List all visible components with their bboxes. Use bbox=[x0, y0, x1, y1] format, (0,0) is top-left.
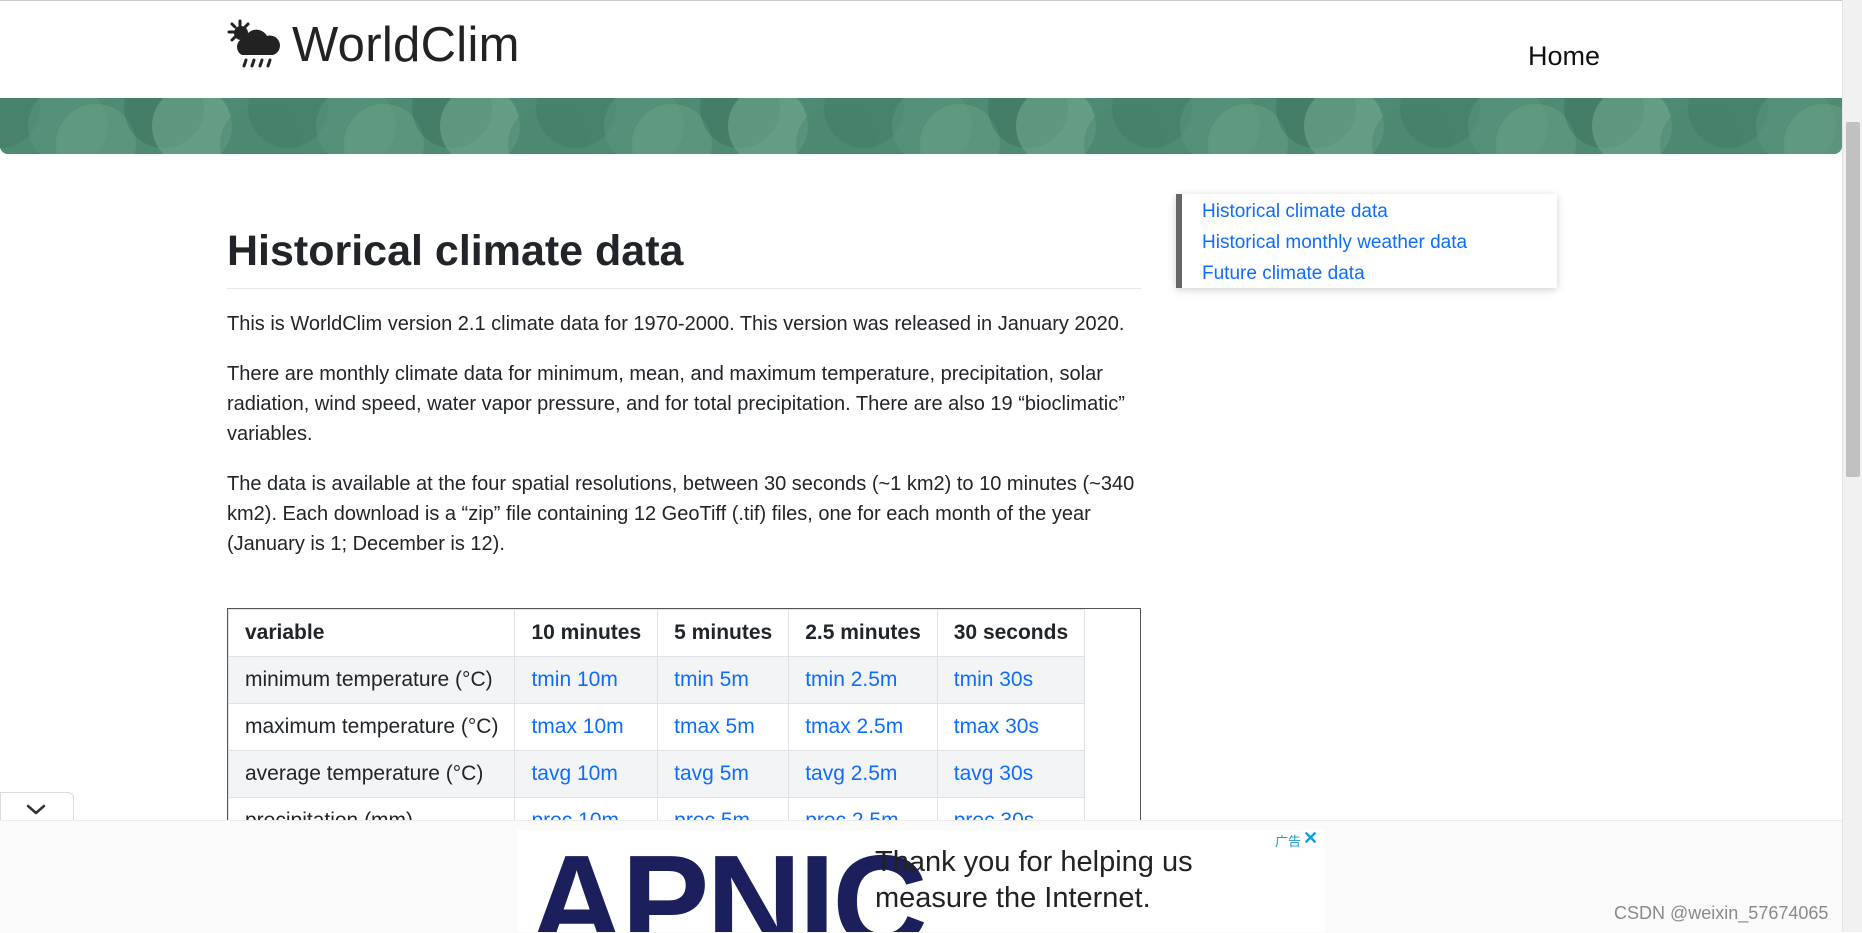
toc-link-historical-weather[interactable]: Historical monthly weather data bbox=[1202, 227, 1557, 258]
download-link[interactable]: tmax 10m bbox=[531, 715, 623, 738]
decorative-banner bbox=[0, 98, 1842, 154]
scrollbar-thumb[interactable] bbox=[1846, 122, 1860, 477]
page-scrollbar[interactable] bbox=[1842, 0, 1862, 932]
table-row: minimum temperature (°C) tmin 10m tmin 5… bbox=[228, 656, 1086, 704]
download-table-container: variable 10 minutes 5 minutes 2.5 minute… bbox=[227, 608, 1141, 825]
ad-logo[interactable]: APNIC bbox=[529, 836, 928, 933]
variables-paragraph: There are monthly climate data for minim… bbox=[227, 362, 1125, 445]
table-of-contents: Historical climate data Historical month… bbox=[1176, 194, 1557, 288]
download-link[interactable]: tmin 5m bbox=[674, 668, 749, 691]
table-row: maximum temperature (°C) tmax 10m tmax 5… bbox=[228, 703, 1086, 751]
table-header-row: variable 10 minutes 5 minutes 2.5 minute… bbox=[228, 609, 1086, 657]
title-divider bbox=[227, 287, 1141, 289]
brand-name[interactable]: WorldClim bbox=[292, 17, 520, 73]
csdn-watermark: CSDN @weixin_57674065 bbox=[1614, 903, 1829, 923]
download-link[interactable]: tavg 30s bbox=[954, 762, 1033, 785]
download-table: variable 10 minutes 5 minutes 2.5 minute… bbox=[228, 609, 1086, 824]
navbar: WorldClim Home bbox=[0, 1, 1842, 98]
download-link[interactable]: tavg 5m bbox=[674, 762, 749, 785]
ad-message[interactable]: Thank you for helping us measure the Int… bbox=[875, 844, 1295, 916]
page-title: Historical climate data bbox=[227, 227, 684, 275]
header-5-minutes: 5 minutes bbox=[657, 609, 790, 657]
variable-cell: average temperature (°C) bbox=[228, 750, 516, 798]
toc-link-historical-climate[interactable]: Historical climate data bbox=[1202, 196, 1557, 227]
nav-home-link[interactable]: Home bbox=[1528, 41, 1600, 72]
cloud-sun-rain-icon bbox=[227, 19, 280, 68]
download-link[interactable]: tmin 30s bbox=[954, 668, 1033, 691]
brand[interactable]: WorldClim bbox=[226, 17, 520, 73]
ad-banner[interactable]: APNIC Thank you for helping us measure t… bbox=[517, 830, 1325, 932]
download-link[interactable]: tmax 30s bbox=[954, 715, 1039, 738]
variable-cell: minimum temperature (°C) bbox=[228, 656, 516, 704]
download-link[interactable]: tmax 5m bbox=[674, 715, 755, 738]
download-link[interactable]: tmax 2.5m bbox=[805, 715, 903, 738]
banner-circle bbox=[152, 98, 232, 154]
banner-pattern bbox=[0, 98, 1842, 154]
header-variable: variable bbox=[228, 609, 516, 657]
main-content: Historical climate data This is WorldCli… bbox=[227, 180, 1141, 579]
intro-paragraph: This is WorldClim version 2.1 climate da… bbox=[227, 312, 1125, 335]
banner-circle bbox=[440, 98, 520, 154]
download-link[interactable]: tmin 10m bbox=[531, 668, 617, 691]
variable-cell: maximum temperature (°C) bbox=[228, 703, 516, 751]
resolution-paragraph: The data is available at the four spatia… bbox=[227, 472, 1135, 555]
banner-circle bbox=[1592, 98, 1672, 154]
ad-label: 广告 bbox=[1275, 834, 1302, 849]
header-10-minutes: 10 minutes bbox=[514, 609, 659, 657]
table-row: average temperature (°C) tavg 10m tavg 5… bbox=[228, 750, 1086, 798]
download-link[interactable]: tmin 2.5m bbox=[805, 668, 897, 691]
toc-link-future-climate[interactable]: Future climate data bbox=[1202, 258, 1557, 289]
header-30-seconds: 30 seconds bbox=[936, 609, 1086, 657]
header-2-5-minutes: 2.5 minutes bbox=[788, 609, 938, 657]
ad-close-icon[interactable]: ✕ bbox=[1303, 830, 1318, 849]
download-link[interactable]: tavg 2.5m bbox=[805, 762, 897, 785]
banner-circle bbox=[728, 98, 808, 154]
banner-circle bbox=[1304, 98, 1384, 154]
download-link[interactable]: tavg 10m bbox=[531, 762, 617, 785]
banner-circle bbox=[1016, 98, 1096, 154]
